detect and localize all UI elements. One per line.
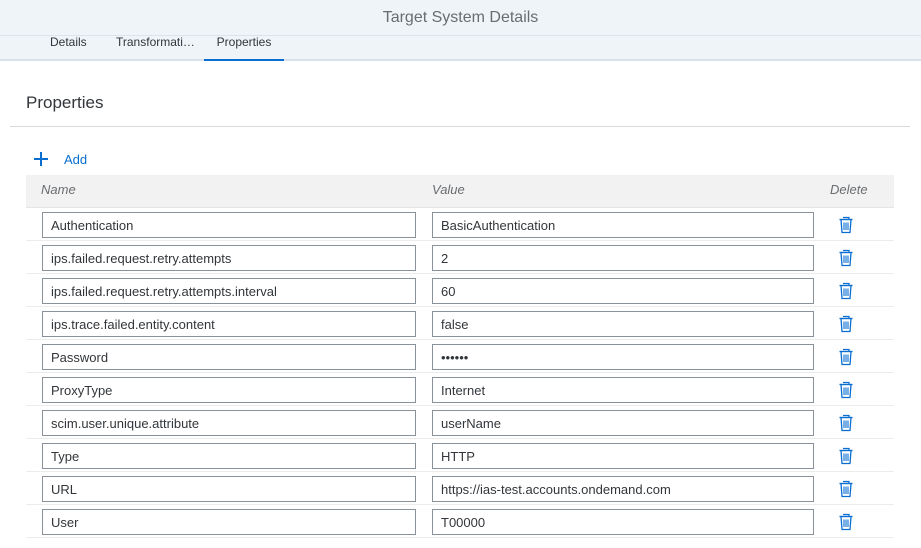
- tab-transformations[interactable]: Transformations: [116, 36, 196, 61]
- delete-row-button[interactable]: [836, 413, 856, 433]
- property-value-input[interactable]: [432, 311, 814, 337]
- property-name-input[interactable]: [42, 509, 416, 535]
- properties-table: Name Value Delete: [26, 175, 894, 538]
- tab-bar: Details Transformations Properties: [0, 36, 921, 61]
- tab-details-label: Details: [50, 35, 87, 49]
- tab-transformations-label: Transformations: [116, 36, 196, 48]
- tab-properties-label: Properties: [216, 35, 272, 49]
- property-name-input[interactable]: [42, 311, 416, 337]
- delete-row-button[interactable]: [836, 248, 856, 268]
- trash-icon: [839, 216, 853, 234]
- delete-row-button[interactable]: [836, 347, 856, 367]
- table-row: [26, 472, 894, 505]
- table-row: [26, 505, 894, 538]
- add-property-button[interactable]: Add: [33, 149, 87, 169]
- trash-icon: [839, 381, 853, 399]
- add-label: Add: [64, 151, 88, 167]
- plus-icon: [33, 151, 49, 167]
- page-title: Target System Details: [382, 8, 539, 26]
- property-value-input[interactable]: [432, 377, 814, 403]
- property-value-input[interactable]: [432, 410, 814, 436]
- property-name-input[interactable]: [42, 245, 416, 271]
- section-title: Properties: [26, 93, 104, 112]
- delete-row-button[interactable]: [836, 479, 856, 499]
- table-row: [26, 340, 894, 373]
- page-header: Target System Details: [0, 0, 921, 36]
- column-header-value: Value: [432, 182, 465, 197]
- property-value-input[interactable]: [432, 443, 814, 469]
- property-value-input[interactable]: [432, 476, 814, 502]
- property-value-input[interactable]: [432, 278, 814, 304]
- table-row: [26, 274, 894, 307]
- delete-row-button[interactable]: [836, 512, 856, 532]
- trash-icon: [839, 513, 853, 531]
- table-row: [26, 439, 894, 472]
- property-name-input[interactable]: [42, 476, 416, 502]
- delete-row-button[interactable]: [836, 446, 856, 466]
- property-value-input[interactable]: [432, 245, 814, 271]
- trash-icon: [839, 447, 853, 465]
- table-row: [26, 406, 894, 439]
- property-name-input[interactable]: [42, 377, 416, 403]
- property-name-input[interactable]: [42, 344, 416, 370]
- delete-row-button[interactable]: [836, 380, 856, 400]
- delete-row-button[interactable]: [836, 215, 856, 235]
- tab-properties[interactable]: Properties: [204, 36, 284, 61]
- property-name-input[interactable]: [42, 443, 416, 469]
- column-header-name: Name: [41, 182, 76, 197]
- property-name-input[interactable]: [42, 212, 416, 238]
- property-value-input[interactable]: [432, 509, 814, 535]
- section-divider: [10, 126, 910, 127]
- column-header-delete: Delete: [830, 182, 868, 197]
- property-value-input[interactable]: [432, 212, 814, 238]
- table-header: Name Value Delete: [26, 175, 894, 208]
- property-name-input[interactable]: [42, 278, 416, 304]
- delete-row-button[interactable]: [836, 314, 856, 334]
- property-value-input[interactable]: [432, 344, 814, 370]
- table-row: [26, 307, 894, 340]
- trash-icon: [839, 282, 853, 300]
- trash-icon: [839, 249, 853, 267]
- trash-icon: [839, 315, 853, 333]
- trash-icon: [839, 348, 853, 366]
- tab-details[interactable]: Details: [50, 36, 87, 61]
- property-name-input[interactable]: [42, 410, 416, 436]
- table-row: [26, 241, 894, 274]
- delete-row-button[interactable]: [836, 281, 856, 301]
- table-row: [26, 373, 894, 406]
- trash-icon: [839, 414, 853, 432]
- trash-icon: [839, 480, 853, 498]
- table-row: [26, 208, 894, 241]
- table-body: [26, 208, 894, 538]
